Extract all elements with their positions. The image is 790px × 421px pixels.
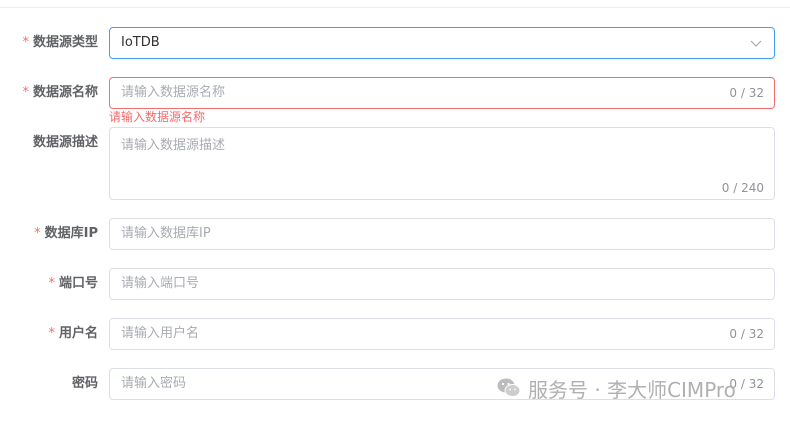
datasource-type-value: IoTDB (121, 35, 160, 50)
password-label: 密码 (71, 376, 98, 391)
port-placeholder: 请输入端口号 (121, 276, 200, 291)
port-label: * 端口号 (48, 276, 98, 291)
top-divider (0, 7, 790, 8)
required-mark: * (48, 276, 55, 291)
required-mark: * (22, 35, 29, 50)
watermark-text: 服务号 · 李大师CIMPro (528, 377, 736, 402)
datasource-desc-placeholder: 请输入数据源描述 (121, 138, 226, 153)
chevron-down-icon (750, 40, 762, 47)
datasource-type-label: * 数据源类型 (22, 35, 98, 50)
datasource-name-input[interactable]: 请输入数据源名称 0 / 32 (109, 77, 775, 109)
required-mark: * (48, 326, 55, 341)
required-mark: * (22, 85, 29, 100)
watermark: 服务号 · 李大师CIMPro (497, 373, 736, 403)
datasource-desc-textarea[interactable]: 请输入数据源描述 0 / 240 (109, 127, 775, 200)
datasource-desc-label: 数据源描述 (32, 135, 98, 150)
required-mark: * (34, 226, 41, 241)
datasource-name-label: * 数据源名称 (22, 85, 98, 100)
datasource-type-select[interactable]: IoTDB (109, 27, 775, 59)
username-input[interactable]: 请输入用户名 0 / 32 (109, 318, 775, 350)
datasource-name-placeholder: 请输入数据源名称 (121, 85, 226, 100)
port-input[interactable]: 请输入端口号 (109, 268, 775, 300)
datasource-name-error: 请输入数据源名称 (109, 110, 206, 124)
database-ip-label: * 数据库IP (34, 226, 98, 241)
username-label: * 用户名 (48, 326, 98, 341)
username-placeholder: 请输入用户名 (121, 326, 200, 341)
database-ip-placeholder: 请输入数据库IP (121, 226, 211, 241)
datasource-desc-counter: 0 / 240 (721, 181, 764, 195)
username-counter: 0 / 32 (729, 327, 764, 341)
password-placeholder: 请输入密码 (121, 376, 187, 391)
datasource-name-counter: 0 / 32 (729, 86, 764, 100)
wechat-icon (497, 378, 521, 397)
database-ip-input[interactable]: 请输入数据库IP (109, 218, 775, 250)
